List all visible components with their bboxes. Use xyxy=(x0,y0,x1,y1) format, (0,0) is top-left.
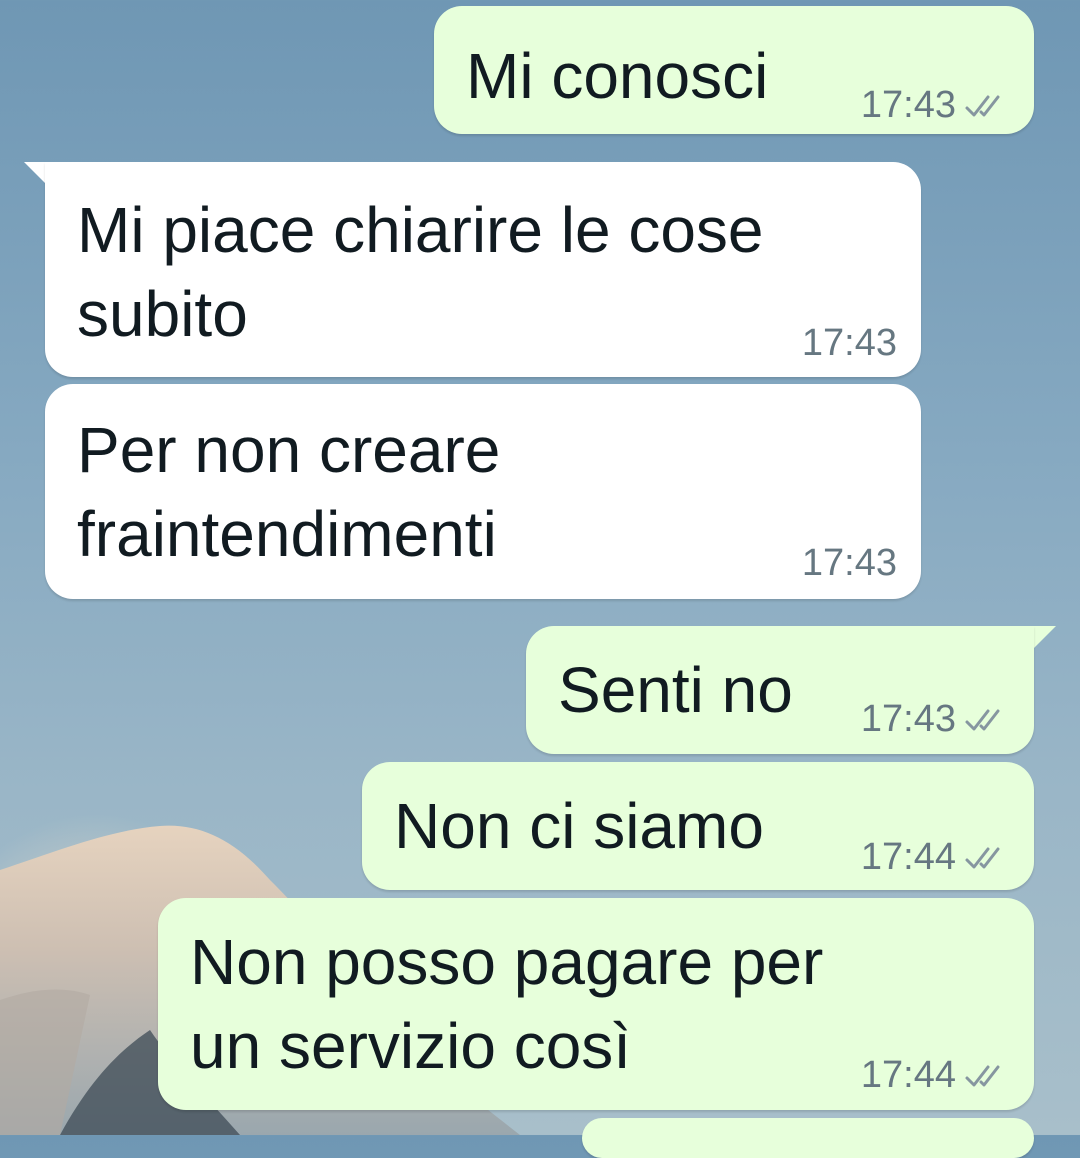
message-meta: 17:43 xyxy=(861,84,1006,127)
double-check-icon xyxy=(965,709,1000,730)
message-meta: 17:43 xyxy=(861,698,1006,741)
message-meta: 17:43 xyxy=(802,322,897,365)
message-bubble-incoming[interactable]: Per non creare fraintendimenti 17:43 xyxy=(45,384,921,599)
double-check-icon xyxy=(965,847,1000,868)
message-time: 17:43 xyxy=(801,542,897,584)
message-text: Senti no xyxy=(558,654,793,726)
message-meta: 17:44 xyxy=(861,836,1006,879)
message-bubble-outgoing[interactable]: Non posso pagare per un servizio così 17… xyxy=(158,898,1034,1110)
message-time: 17:43 xyxy=(860,698,956,740)
message-text-line: Per non creare xyxy=(77,414,501,486)
message-text-line: Mi piace chiarire le cose xyxy=(77,194,764,266)
message-time: 17:44 xyxy=(860,1054,956,1096)
message-time: 17:43 xyxy=(801,322,897,364)
message-text: Mi conosci xyxy=(466,40,769,112)
message-bubble-outgoing-partial[interactable] xyxy=(582,1118,1034,1158)
message-time: 17:43 xyxy=(860,84,956,126)
double-check-icon xyxy=(965,95,1000,116)
message-bubble-incoming[interactable]: Mi piace chiarire le cose subito 17:43 xyxy=(45,162,921,377)
message-text-line: fraintendimenti xyxy=(77,498,497,570)
message-text-line: un servizio così xyxy=(190,1010,632,1082)
message-bubble-outgoing[interactable]: Mi conosci 17:43 xyxy=(434,6,1034,134)
message-meta: 17:43 xyxy=(802,542,897,585)
message-bubble-outgoing[interactable]: Senti no 17:43 xyxy=(526,626,1034,754)
message-meta: 17:44 xyxy=(861,1054,1006,1097)
message-bubble-outgoing[interactable]: Non ci siamo 17:44 xyxy=(362,762,1034,890)
message-text: Non ci siamo xyxy=(394,790,764,862)
double-check-icon xyxy=(965,1065,1000,1086)
message-time: 17:44 xyxy=(860,836,956,878)
message-text-line: subito xyxy=(77,278,248,350)
message-text-line: Non posso pagare per xyxy=(190,926,824,998)
